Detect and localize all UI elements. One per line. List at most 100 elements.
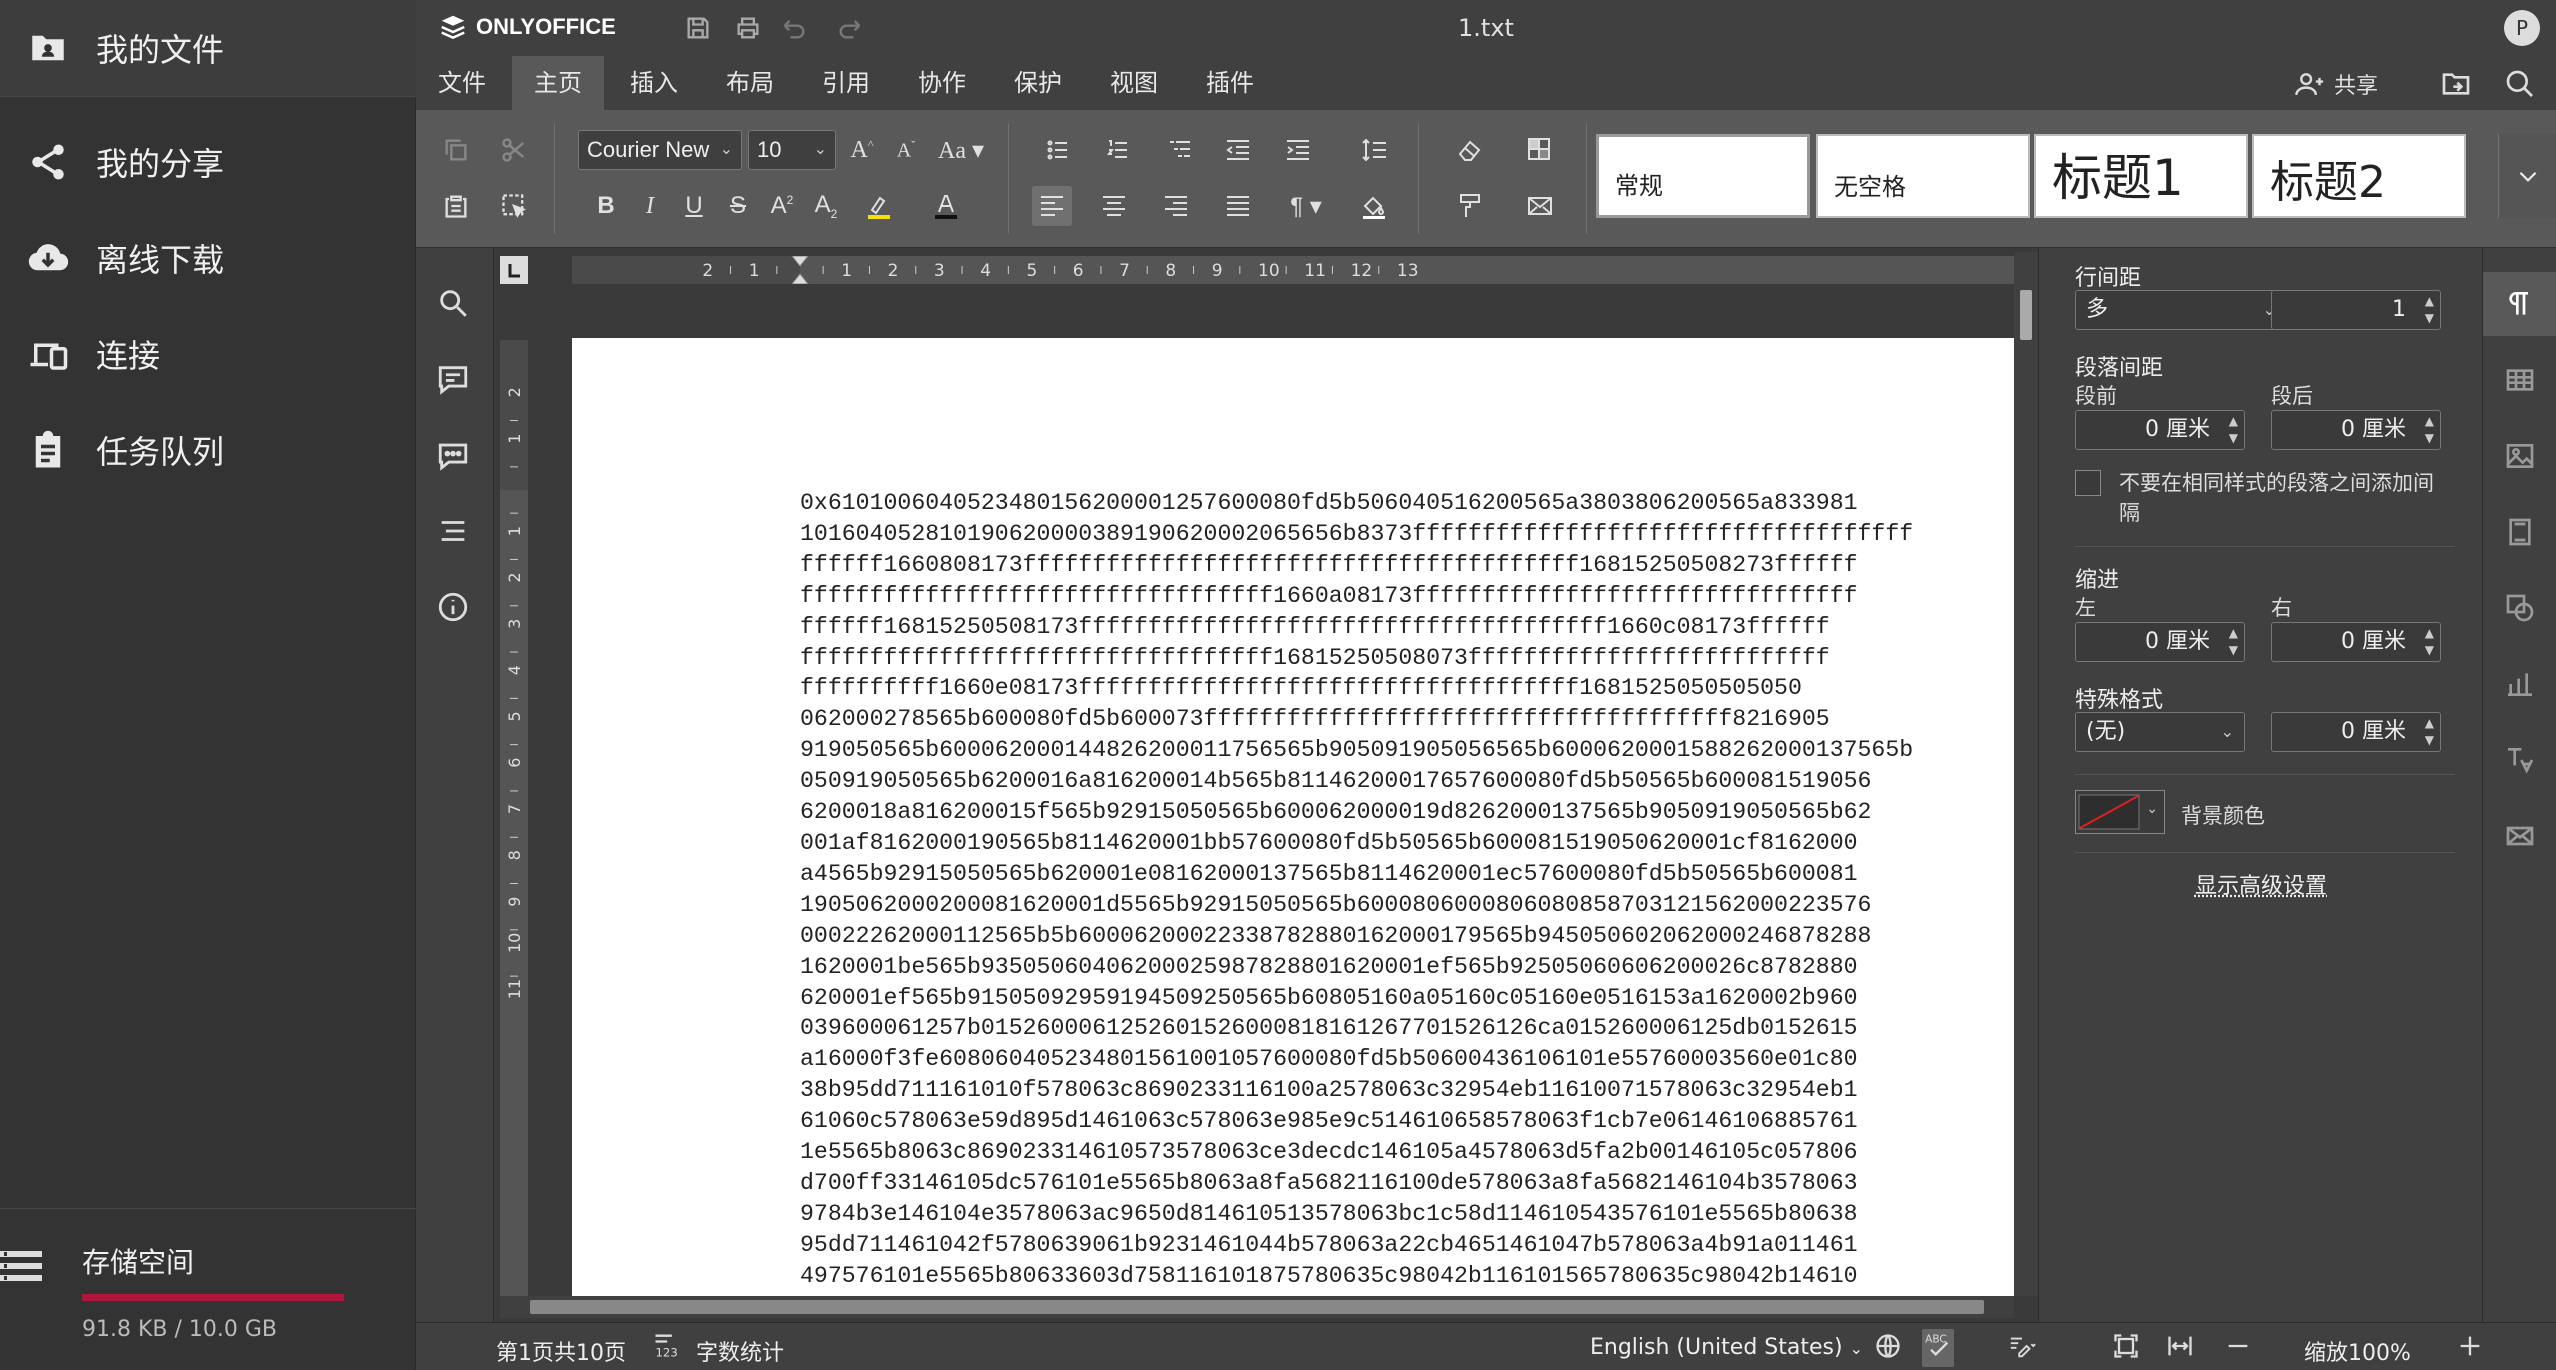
document-line[interactable]: 620001ef565b91505092959194509250565b6080… bbox=[800, 983, 1913, 1014]
document-line[interactable]: 61060c578063e59d895d1461063c578063e985e9… bbox=[800, 1106, 1913, 1137]
stepper-arrows-icon[interactable]: ▲ ▼ bbox=[2229, 625, 2238, 659]
table-settings-tab[interactable] bbox=[2483, 348, 2556, 412]
document-line[interactable]: 062000278565b600080fd5b600073fffffffffff… bbox=[800, 704, 1913, 735]
stepper-arrows-icon[interactable]: ▲ ▼ bbox=[2425, 413, 2434, 447]
align-left-button[interactable] bbox=[1032, 186, 1072, 226]
about-button[interactable] bbox=[436, 590, 474, 628]
line-spacing-button[interactable] bbox=[1346, 130, 1402, 170]
highlight-color-button[interactable] bbox=[852, 186, 908, 226]
document-line[interactable]: 38b95dd711161010f578063c8690233116100a25… bbox=[800, 1075, 1913, 1106]
clear-style-button[interactable] bbox=[1450, 130, 1490, 170]
document-line[interactable]: 1e5565b8063c869023314610573578063ce3decd… bbox=[800, 1137, 1913, 1168]
indent-left-input[interactable]: 0 厘米 ▲ ▼ bbox=[2075, 622, 2245, 662]
chat-button[interactable] bbox=[436, 438, 474, 476]
fit-width-button[interactable] bbox=[2166, 1332, 2194, 1366]
document-line[interactable]: d700ff33146105dc576101e5565b8063a8fa5682… bbox=[800, 1168, 1913, 1199]
document-text[interactable]: 0x6101006040523480156200001257600080fd5b… bbox=[800, 488, 1913, 1296]
select-all-button[interactable] bbox=[494, 186, 534, 226]
no-space-same-style-checkbox[interactable] bbox=[2075, 470, 2101, 496]
document-line[interactable]: 95dd711461042f5780639061b9231461044b5780… bbox=[800, 1230, 1913, 1261]
search-button[interactable] bbox=[2504, 68, 2536, 100]
mail-merge-button[interactable] bbox=[1510, 186, 1570, 226]
document-line[interactable]: 101604052810190620000389190620002065656b… bbox=[800, 519, 1913, 550]
page-counter[interactable]: 第1页共10页 bbox=[496, 1335, 626, 1367]
spacing-after-input[interactable]: 0 厘米 ▲ ▼ bbox=[2271, 410, 2441, 450]
underline-button[interactable]: U bbox=[674, 186, 714, 226]
sidebar-item-offline-download[interactable]: 离线下载 bbox=[0, 210, 416, 306]
image-settings-tab[interactable] bbox=[2483, 424, 2556, 488]
chart-settings-tab[interactable] bbox=[2483, 652, 2556, 716]
zoom-level[interactable]: 缩放100% bbox=[2304, 1335, 2411, 1367]
track-changes-button[interactable] bbox=[2008, 1332, 2036, 1366]
paragraph-settings-tab[interactable] bbox=[2483, 272, 2556, 336]
style-heading-2[interactable]: 标题2 bbox=[2252, 134, 2466, 218]
indent-right-input[interactable]: 0 厘米 ▲ ▼ bbox=[2271, 622, 2441, 662]
shape-settings-tab[interactable] bbox=[2483, 576, 2556, 640]
italic-button[interactable]: I bbox=[630, 186, 670, 226]
decrease-font-button[interactable]: Aˇ bbox=[886, 130, 926, 170]
language-select[interactable]: English (United States) ⌄ bbox=[1590, 1335, 1863, 1360]
spacing-before-input[interactable]: 0 厘米 ▲ ▼ bbox=[2075, 410, 2245, 450]
header-footer-settings-tab[interactable] bbox=[2483, 500, 2556, 564]
copy-style-button[interactable] bbox=[1450, 186, 1490, 226]
line-spacing-mode-select[interactable]: 多 ⌄ bbox=[2075, 290, 2287, 330]
subscript-button[interactable]: A2 bbox=[806, 186, 846, 226]
sidebar-item-my-files[interactable]: 我的文件 bbox=[0, 0, 416, 96]
document-line[interactable]: ffffffffff1660e08173ffffffffffffffffffff… bbox=[800, 673, 1913, 704]
scrollbar-thumb[interactable] bbox=[530, 1300, 1984, 1314]
style-no-spacing[interactable]: 无空格 bbox=[1816, 134, 2030, 218]
document-line[interactable]: 1905062000200081620001d5565b92915050565b… bbox=[800, 890, 1913, 921]
justify-button[interactable] bbox=[1218, 186, 1258, 226]
horizontal-scrollbar[interactable] bbox=[500, 1296, 2014, 1318]
sidebar-item-task-queue[interactable]: 任务队列 bbox=[0, 402, 416, 498]
stepper-arrows-icon[interactable]: ▲ ▼ bbox=[2425, 715, 2434, 749]
sidebar-item-my-shares[interactable]: 我的分享 bbox=[0, 114, 416, 210]
superscript-button[interactable]: A2 bbox=[762, 186, 802, 226]
font-color-button[interactable] bbox=[918, 186, 974, 226]
document-line[interactable]: 6200018a816200015f565b92915050565b600062… bbox=[800, 797, 1913, 828]
align-right-button[interactable] bbox=[1156, 186, 1196, 226]
special-format-select[interactable]: (无) ⌄ bbox=[2075, 712, 2245, 752]
document-line[interactable]: 919050565b600062000144826200011756565b90… bbox=[800, 735, 1913, 766]
word-count-button[interactable]: 字数统计 bbox=[696, 1335, 784, 1367]
shading-button[interactable] bbox=[1346, 186, 1402, 226]
tab-file[interactable]: 文件 bbox=[416, 56, 508, 110]
document-line[interactable]: a4565b92915050565b620001e08162000137565b… bbox=[800, 859, 1913, 890]
line-spacing-value-input[interactable]: 1 ▲ ▼ bbox=[2271, 290, 2441, 330]
horizontal-ruler[interactable]: 2 1 1 2 3 4 5 6 7 8 9 10 11 12 13 bbox=[572, 256, 2018, 284]
align-center-button[interactable] bbox=[1094, 186, 1134, 226]
document-line[interactable]: 9784b3e146104e3578063ac9650d814610513578… bbox=[800, 1199, 1913, 1230]
nonprinting-chars-button[interactable]: ¶ ▾ bbox=[1278, 186, 1334, 226]
document-line[interactable]: ffffffffffffffffffffffffffffffffff1660a0… bbox=[800, 581, 1913, 612]
cut-button[interactable] bbox=[494, 130, 534, 170]
storage-panel[interactable]: 存储空间 91.8 KB / 10.0 GB bbox=[0, 1208, 416, 1370]
increase-font-button[interactable]: A^ bbox=[842, 130, 882, 170]
document-line[interactable]: a16000f3fe608060405234801561001057600080… bbox=[800, 1044, 1913, 1075]
styles-expand-button[interactable] bbox=[2498, 134, 2556, 218]
increase-indent-button[interactable] bbox=[1278, 130, 1318, 170]
sidebar-item-connections[interactable]: 连接 bbox=[0, 306, 416, 402]
vertical-scrollbar[interactable] bbox=[2014, 252, 2038, 1296]
document-line[interactable]: 0x6101006040523480156200001257600080fd5b… bbox=[800, 488, 1913, 519]
comments-button[interactable] bbox=[436, 362, 474, 400]
font-family-select[interactable]: Courier New ⌄ bbox=[578, 130, 742, 170]
font-size-select[interactable]: 10 ⌄ bbox=[748, 130, 836, 170]
decrease-indent-button[interactable] bbox=[1218, 130, 1258, 170]
tab-references[interactable]: 引用 bbox=[800, 56, 892, 110]
background-color-picker[interactable]: ⌄ bbox=[2075, 790, 2165, 834]
document-line[interactable]: 1620001be565b935050604062000259878288016… bbox=[800, 952, 1913, 983]
style-normal[interactable]: 常规 bbox=[1596, 134, 1810, 218]
zoom-out-button[interactable] bbox=[2224, 1332, 2252, 1366]
stepper-arrows-icon[interactable]: ▲ ▼ bbox=[2229, 413, 2238, 447]
tab-plugins[interactable]: 插件 bbox=[1184, 56, 1276, 110]
copy-button[interactable] bbox=[436, 130, 476, 170]
scrollbar-thumb[interactable] bbox=[2020, 290, 2032, 340]
mail-merge-settings-tab[interactable] bbox=[2483, 804, 2556, 868]
bullet-list-button[interactable] bbox=[1032, 130, 1088, 170]
tab-collaboration[interactable]: 协作 bbox=[896, 56, 988, 110]
style-heading-1[interactable]: 标题1 bbox=[2034, 134, 2248, 218]
fit-page-button[interactable] bbox=[2112, 1332, 2140, 1366]
special-format-input[interactable]: 0 厘米 ▲ ▼ bbox=[2271, 712, 2441, 752]
show-advanced-settings-link[interactable]: 显示高级设置 bbox=[2039, 868, 2483, 900]
change-case-button[interactable]: Aa ▾ bbox=[934, 130, 988, 170]
